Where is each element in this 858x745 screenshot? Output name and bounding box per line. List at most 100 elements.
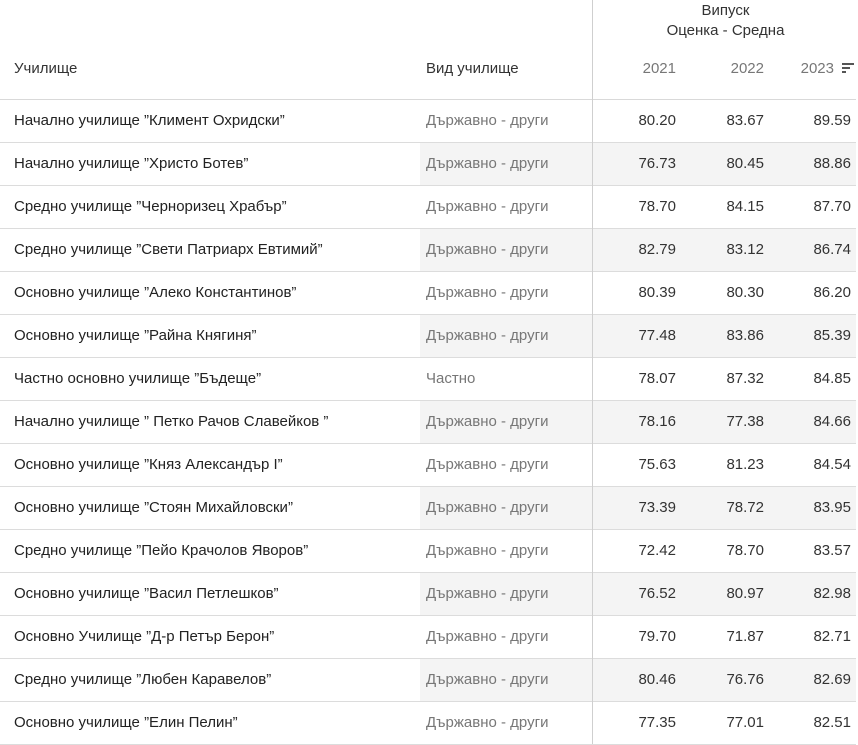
cell-2021: 76.73	[638, 155, 676, 172]
cell-type: Частно	[426, 370, 476, 387]
cell-2021: 80.20	[638, 112, 676, 129]
cell-2021: 82.79	[638, 241, 676, 258]
cell-type: Държавно - други	[426, 284, 549, 301]
cell-2021: 80.39	[638, 284, 676, 301]
cell-2023: 87.70	[813, 198, 851, 215]
column-header-2023[interactable]: 2023	[774, 60, 834, 77]
cell-type: Държавно - други	[426, 327, 549, 344]
column-divider	[592, 0, 593, 744]
cell-2023: 84.54	[813, 456, 851, 473]
cell-2023: 88.86	[813, 155, 851, 172]
group-title: Випуск	[701, 2, 750, 19]
table-row[interactable]: Средно училище ”Любен Каравелов” Държавно…	[0, 659, 856, 702]
cell-type: Държавно - други	[426, 542, 549, 559]
cell-2021: 78.16	[638, 413, 676, 430]
column-header-2021[interactable]: 2021	[616, 60, 676, 77]
cell-2023: 84.85	[813, 370, 851, 387]
table-row[interactable]: Средно училище ”Свети Патриарх Евтимий” Д…	[0, 229, 856, 272]
cell-type: Държавно - други	[426, 198, 549, 215]
table-row[interactable]: Средно училище ”Пейо Крачолов Яворов” Дър…	[0, 530, 856, 573]
cell-school: Средно училище ”Свети Патриарх Евтимий”	[14, 241, 323, 258]
cell-2023: 89.59	[813, 112, 851, 129]
cell-2022: 84.15	[726, 198, 764, 215]
cell-school: Основно училище ”Алеко Константинов”	[14, 284, 297, 301]
cell-2022: 83.12	[726, 241, 764, 258]
cell-type: Държавно - други	[426, 628, 549, 645]
cell-type: Държавно - други	[426, 456, 549, 473]
table-row[interactable]: Основно училище ”Княз Александър I” Държа…	[0, 444, 856, 487]
table-row[interactable]: Основно Училище ”Д-р Петър Берон” Държавн…	[0, 616, 856, 659]
cell-2022: 80.45	[726, 155, 764, 172]
table-row[interactable]: Начално училище ” Петко Рачов Славейков …	[0, 401, 856, 444]
table-body: Начално училище ”Климент Охридски” Държав…	[0, 100, 858, 745]
cell-2022: 78.72	[726, 499, 764, 516]
cell-2022: 80.97	[726, 585, 764, 602]
cell-school: Средно училище ”Черноризец Храбър”	[14, 198, 287, 215]
cell-2023: 83.57	[813, 542, 851, 559]
table-header: Випуск Оценка - Средна Училище Вид учили…	[0, 0, 858, 100]
cell-school: Начално училище ”Климент Охридски”	[14, 112, 285, 129]
column-header-2022[interactable]: 2022	[704, 60, 764, 77]
cell-2023: 82.98	[813, 585, 851, 602]
column-header-type[interactable]: Вид училище	[426, 60, 519, 77]
cell-2023: 82.51	[813, 714, 851, 731]
cell-2022: 78.70	[726, 542, 764, 559]
cell-school: Основно училище ”Стоян Михайловски”	[14, 499, 293, 516]
table-row[interactable]: Частно основно училище ”Бъдеще” Частно 78.…	[0, 358, 856, 401]
cell-2022: 81.23	[726, 456, 764, 473]
cell-2023: 85.39	[813, 327, 851, 344]
cell-2021: 80.46	[638, 671, 676, 688]
cell-2023: 84.66	[813, 413, 851, 430]
cell-2022: 83.67	[726, 112, 764, 129]
cell-type: Държавно - други	[426, 413, 549, 430]
cell-type: Държавно - други	[426, 241, 549, 258]
cell-2021: 75.63	[638, 456, 676, 473]
cell-2023: 82.71	[813, 628, 851, 645]
table-row[interactable]: Основно училище ”Стоян Михайловски” Държа…	[0, 487, 856, 530]
cell-school: Средно училище ”Любен Каравелов”	[14, 671, 272, 688]
table-row[interactable]: Основно училище ”Райна Княгиня” Държавно …	[0, 315, 856, 358]
column-header-school[interactable]: Училище	[14, 60, 77, 77]
cell-school: Основно училище ”Васил Петлешков”	[14, 585, 279, 602]
cell-2022: 76.76	[726, 671, 764, 688]
cell-2023: 82.69	[813, 671, 851, 688]
cell-school: Основно училище ”Елин Пелин”	[14, 714, 238, 731]
table-row[interactable]: Основно училище ”Васил Петлешков” Държавн…	[0, 573, 856, 616]
cell-2022: 77.38	[726, 413, 764, 430]
table-row[interactable]: Средно училище ”Черноризец Храбър” Държав…	[0, 186, 856, 229]
cell-2023: 83.95	[813, 499, 851, 516]
cell-school: Начално училище ” Петко Рачов Славейков …	[14, 413, 329, 430]
cell-type: Държавно - други	[426, 585, 549, 602]
cell-2021: 76.52	[638, 585, 676, 602]
table-row[interactable]: Основно училище ”Елин Пелин” Държавно - д…	[0, 702, 856, 745]
cell-2021: 77.35	[638, 714, 676, 731]
cell-2021: 77.48	[638, 327, 676, 344]
cell-2022: 71.87	[726, 628, 764, 645]
cell-2022: 80.30	[726, 284, 764, 301]
cell-school: Начално училище ”Христо Ботев”	[14, 155, 249, 172]
cell-school: Основно училище ”Райна Княгиня”	[14, 327, 257, 344]
cell-2023: 86.20	[813, 284, 851, 301]
cell-2021: 72.42	[638, 542, 676, 559]
cell-type: Държавно - други	[426, 155, 549, 172]
cell-school: Основно училище ”Княз Александър I”	[14, 456, 283, 473]
cell-2022: 87.32	[726, 370, 764, 387]
cell-2022: 83.86	[726, 327, 764, 344]
cell-2021: 79.70	[638, 628, 676, 645]
cell-school: Средно училище ”Пейо Крачолов Яворов”	[14, 542, 309, 559]
table-row[interactable]: Начално училище ”Климент Охридски” Държав…	[0, 100, 856, 143]
cell-type: Държавно - други	[426, 714, 549, 731]
measure-title: Оценка - Средна	[666, 22, 785, 39]
cell-type: Държавно - други	[426, 112, 549, 129]
cell-school: Основно Училище ”Д-р Петър Берон”	[14, 628, 275, 645]
cell-2021: 78.70	[638, 198, 676, 215]
cell-2023: 86.74	[813, 241, 851, 258]
cell-school: Частно основно училище ”Бъдеще”	[14, 370, 262, 387]
cell-2022: 77.01	[726, 714, 764, 731]
cell-type: Държавно - други	[426, 671, 549, 688]
cell-2021: 78.07	[638, 370, 676, 387]
table-row[interactable]: Основно училище ”Алеко Константинов” Държ…	[0, 272, 856, 315]
sort-descending-icon[interactable]	[842, 63, 854, 75]
table-row[interactable]: Начално училище ”Христо Ботев” Държавно -…	[0, 143, 856, 186]
cell-type: Държавно - други	[426, 499, 549, 516]
